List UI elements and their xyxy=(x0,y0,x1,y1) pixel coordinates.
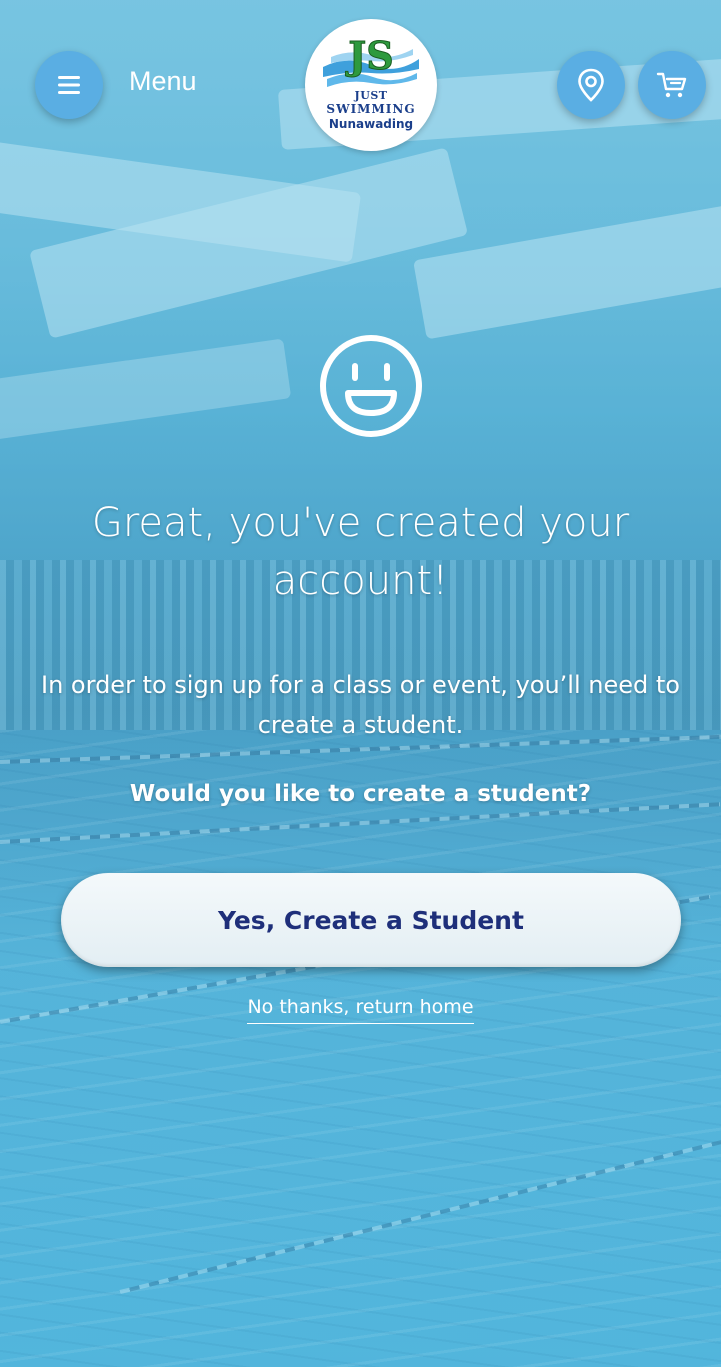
info-message: In order to sign up for a class or event… xyxy=(41,671,680,739)
return-home-container: No thanks, return home xyxy=(0,996,721,1024)
hamburger-menu-icon xyxy=(58,76,80,94)
return-home-link[interactable]: No thanks, return home xyxy=(247,996,474,1024)
logo-text-just: JUST xyxy=(354,89,388,102)
logo-text-swimming: SWIMMING xyxy=(326,102,416,116)
location-button[interactable] xyxy=(557,51,625,119)
logo-text-location: Nunawading xyxy=(328,117,414,131)
app-screen: Menu JS JUST SWIMMING Nunawading Great, … xyxy=(0,0,721,1367)
just-swimming-logo[interactable]: JS JUST SWIMMING Nunawading xyxy=(305,19,437,151)
logo-wave-mark: JS xyxy=(323,33,419,87)
cart-button[interactable] xyxy=(638,51,706,119)
create-student-question: Would you like to create a student? xyxy=(129,781,592,807)
smiley-face-icon xyxy=(320,335,422,437)
create-student-button[interactable]: Yes, Create a Student xyxy=(61,873,681,967)
menu-label[interactable]: Menu xyxy=(129,66,197,97)
menu-button[interactable] xyxy=(35,51,103,119)
shopping-cart-icon xyxy=(656,72,687,98)
page-title: Great, you've created your account! xyxy=(91,500,630,604)
svg-text:JS: JS xyxy=(345,33,393,78)
location-pin-icon xyxy=(578,68,604,102)
